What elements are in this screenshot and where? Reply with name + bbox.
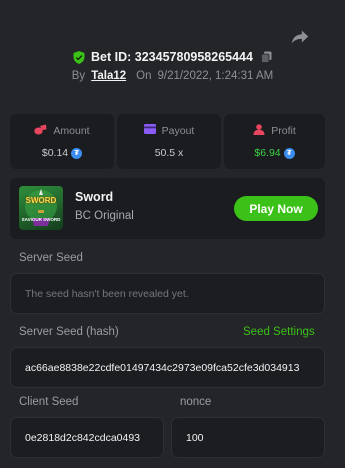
- thumbnail-title: SWORD: [25, 196, 57, 205]
- server-seed-hash-field[interactable]: ac66ae8838e22cdfe01497434c2973e09fca52cf…: [10, 347, 325, 388]
- shield-check-icon: [73, 50, 85, 64]
- profit-label: Profit: [271, 125, 296, 137]
- profit-value: $6.94: [254, 147, 281, 159]
- server-seed-hash-label: Server Seed (hash): [19, 326, 119, 338]
- nonce-field[interactable]: 100: [171, 417, 325, 458]
- amount-label: Amount: [53, 125, 90, 137]
- payout-card-icon: [143, 124, 156, 137]
- currency-coin-icon: ₮: [283, 147, 295, 159]
- share-icon[interactable]: [289, 26, 311, 48]
- profit-card: Profit $6.94 ₮: [224, 114, 325, 169]
- currency-coin-icon: ₮: [71, 147, 83, 159]
- seed-settings-link[interactable]: Seed Settings: [243, 326, 315, 338]
- nonce-label: nonce: [180, 396, 212, 408]
- amount-value: $0.14: [41, 147, 69, 159]
- client-seed-field[interactable]: 0e2818d2c842cdca0493: [10, 417, 164, 458]
- play-now-button[interactable]: Play Now: [234, 196, 318, 221]
- copy-icon[interactable]: [261, 51, 272, 63]
- payout-card: Payout 50.5 x: [117, 114, 221, 169]
- on-label: On: [136, 70, 152, 82]
- bet-meta-row: By Tala12 On 9/21/2022, 1:24:31 AM: [0, 70, 345, 82]
- thumbnail-subtitle: SAVIOUR SWORD: [21, 217, 61, 222]
- bet-id-row: Bet ID: 32345780958265444: [0, 50, 345, 64]
- amount-card: Amount $0.14 ₮: [10, 114, 114, 169]
- payout-label: Payout: [161, 124, 195, 137]
- by-label: By: [71, 70, 86, 82]
- game-provider: BC Original: [75, 210, 134, 222]
- game-card: SWORD SAVIOUR SWORD Sword BC Original Pl…: [10, 178, 325, 239]
- game-name: Sword: [75, 190, 114, 204]
- amount-coins-icon: [34, 124, 47, 138]
- profit-user-icon: [253, 124, 265, 138]
- server-seed-label: Server Seed: [19, 252, 83, 264]
- bet-id: Bet ID: 32345780958265444: [91, 50, 253, 64]
- game-thumbnail[interactable]: SWORD SAVIOUR SWORD: [19, 186, 63, 230]
- username-link[interactable]: Tala12: [91, 70, 126, 82]
- client-seed-label: Client Seed: [19, 396, 79, 408]
- server-seed-field[interactable]: The seed hasn't been revealed yet.: [10, 273, 325, 314]
- payout-value: 50.5 x: [154, 147, 184, 159]
- bet-timestamp: 9/21/2022, 1:24:31 AM: [157, 70, 274, 82]
